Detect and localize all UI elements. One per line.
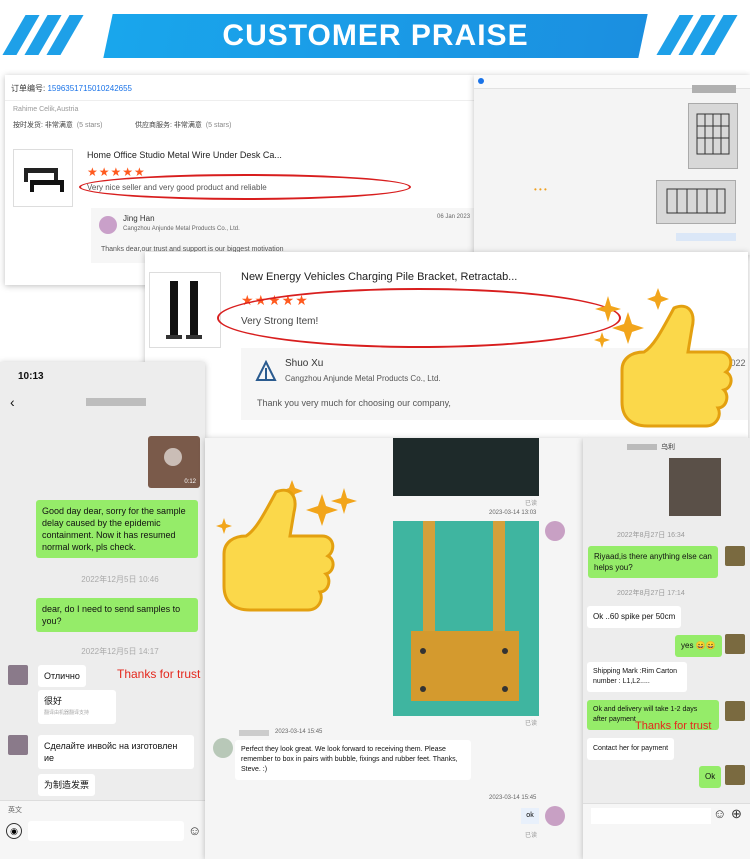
blurred-text: [692, 85, 736, 93]
contact-name: 乌利: [661, 444, 675, 451]
blurred-name: [627, 444, 657, 450]
input-bar: 英文 ◉ ☺: [0, 800, 205, 859]
reply-name-2: Shuo Xu: [285, 358, 324, 369]
photo-message[interactable]: [393, 438, 539, 496]
chat-message-green: Good day dear, sorry for the sample dela…: [36, 500, 198, 558]
thumbs-up-icon: [592, 286, 748, 441]
status-clock: 10:13: [18, 371, 44, 382]
chat-screenshot-top: • • •: [474, 75, 750, 255]
chat-message-white: Perfect they look great. We look forward…: [235, 740, 471, 780]
avatar: [545, 806, 565, 826]
reply-name: Jing Han: [123, 214, 155, 223]
avatar: [99, 216, 117, 234]
chat-message-white: 很好 翻译由机器翻译支持: [38, 690, 116, 724]
chat-timestamp: 2022年12月5日 14:17: [81, 647, 159, 656]
chat-message-green: Ok: [699, 766, 722, 788]
highlight-ellipse-2: [217, 288, 621, 348]
reply-company-2: Cangzhou Anjunde Metal Products Co., Ltd…: [285, 374, 441, 383]
banner-stripes-left: [2, 15, 84, 55]
company-logo-icon: [255, 359, 277, 382]
order-header: 订单编号: 1596351715010242655: [5, 75, 475, 101]
emoji-icon[interactable]: ☺: [188, 823, 201, 838]
chat-message-white: Contact her for payment: [587, 738, 675, 760]
avatar: [725, 546, 745, 566]
avatar: [725, 765, 745, 785]
product-title[interactable]: Home Office Studio Metal Wire Under Desk…: [87, 150, 282, 160]
message-text: 很好: [44, 696, 63, 706]
message-input[interactable]: [591, 808, 711, 824]
product-photo[interactable]: [688, 103, 738, 169]
buyer-name: Rahime Celik,Austria: [13, 106, 79, 113]
highlight-ellipse: [79, 174, 411, 200]
reply-company: Cangzhou Anjunde Metal Products Co., Ltd…: [123, 226, 240, 232]
thanks-annotation: Thanks for trust: [635, 720, 712, 732]
photo-message[interactable]: [669, 458, 721, 516]
order-number[interactable]: 1596351715010242655: [47, 84, 132, 93]
product-title-2[interactable]: New Energy Vehicles Charging Pile Bracke…: [241, 271, 517, 283]
read-status: 已读: [525, 721, 538, 727]
chat-message-white: 为制造发票: [38, 774, 96, 796]
message-input[interactable]: [28, 821, 184, 841]
chat-message-white: Отлично: [38, 665, 86, 687]
photo-message-2[interactable]: [393, 521, 539, 716]
banner-title: CUSTOMER PRAISE: [222, 19, 529, 52]
avatar: [8, 735, 28, 755]
avatar: [725, 634, 745, 654]
chat-timestamp: 2023-03-14 15:45: [489, 795, 537, 801]
video-message[interactable]: 0:12: [148, 436, 200, 488]
back-arrow-icon[interactable]: ‹: [10, 394, 15, 410]
avatar: [213, 738, 233, 758]
chat-timestamp: 2022年8月27日 17:14: [617, 590, 685, 597]
thumbs-up-icon: [214, 478, 360, 629]
chat-timestamp: 2023-03-14 13:03: [489, 510, 537, 516]
read-status: 已读: [525, 501, 538, 507]
chat-timestamp: 2023-03-14 15:45: [275, 729, 323, 735]
language-label[interactable]: 英文: [8, 805, 22, 815]
ship-rating: 按时发货: 非常满意 (5 stars): [13, 122, 103, 129]
plus-icon[interactable]: ⊕: [731, 806, 742, 822]
thanks-annotation: Thanks for trust: [117, 667, 201, 681]
chat-timestamp: 2022年12月5日 10:46: [81, 575, 159, 584]
avatar: [545, 521, 565, 541]
video-duration: 0:12: [184, 479, 196, 485]
chat-message-white: Shipping Mark :Rim Carton number : L1,L2…: [587, 662, 687, 692]
blurred-contact-name: [86, 398, 146, 406]
loading-dots: • • •: [534, 185, 547, 194]
product-photo-2[interactable]: [656, 180, 736, 224]
order-label: 订单编号:: [11, 84, 46, 93]
service-rating: 供应商服务: 非常满意 (5 stars): [135, 122, 232, 129]
chat-message-white: Ok ..60 spike per 50cm: [587, 606, 682, 628]
voice-icon[interactable]: ◉: [6, 823, 22, 839]
banner: CUSTOMER PRAISE: [0, 0, 750, 70]
chat-message-green: yes 😄😄: [675, 635, 722, 657]
translation-note: 翻译由机器翻译支持: [44, 710, 90, 716]
reply-text-2: Thank you very much for choosing our com…: [257, 398, 451, 408]
chat-message-white: Сделайте инвойс на изготовлен ие: [38, 735, 194, 769]
blue-bubble: [676, 233, 736, 241]
reply-date: 06 Jan 2023: [437, 214, 471, 220]
chat-message-green: Riyaad,is there anything else can helps …: [588, 546, 718, 578]
product-thumbnail-2[interactable]: [149, 272, 221, 348]
app-icon: [478, 78, 484, 84]
blurred-name: [239, 730, 269, 736]
banner-stripes-right: [656, 15, 738, 55]
avatar: [8, 665, 28, 685]
chat-message-ok: ok: [521, 808, 539, 824]
chat-message-green: dear, do I need to send samples to you?: [36, 598, 198, 632]
read-status: 已读: [525, 833, 538, 839]
wechat-phone-screenshot: 10:13 ‹ 0:12 Good day dear, sorry for th…: [0, 362, 205, 859]
chat-screenshot-right: 乌利 2022年8月27日 16:34 Riyaad,is there anyt…: [583, 438, 750, 859]
input-bar: ☺ ⊕: [583, 803, 750, 859]
chat-timestamp: 2022年8月27日 16:34: [617, 532, 685, 539]
avatar: [725, 701, 745, 721]
play-icon: [164, 448, 182, 466]
product-thumbnail[interactable]: [13, 149, 73, 207]
emoji-icon[interactable]: ☺: [713, 806, 726, 821]
